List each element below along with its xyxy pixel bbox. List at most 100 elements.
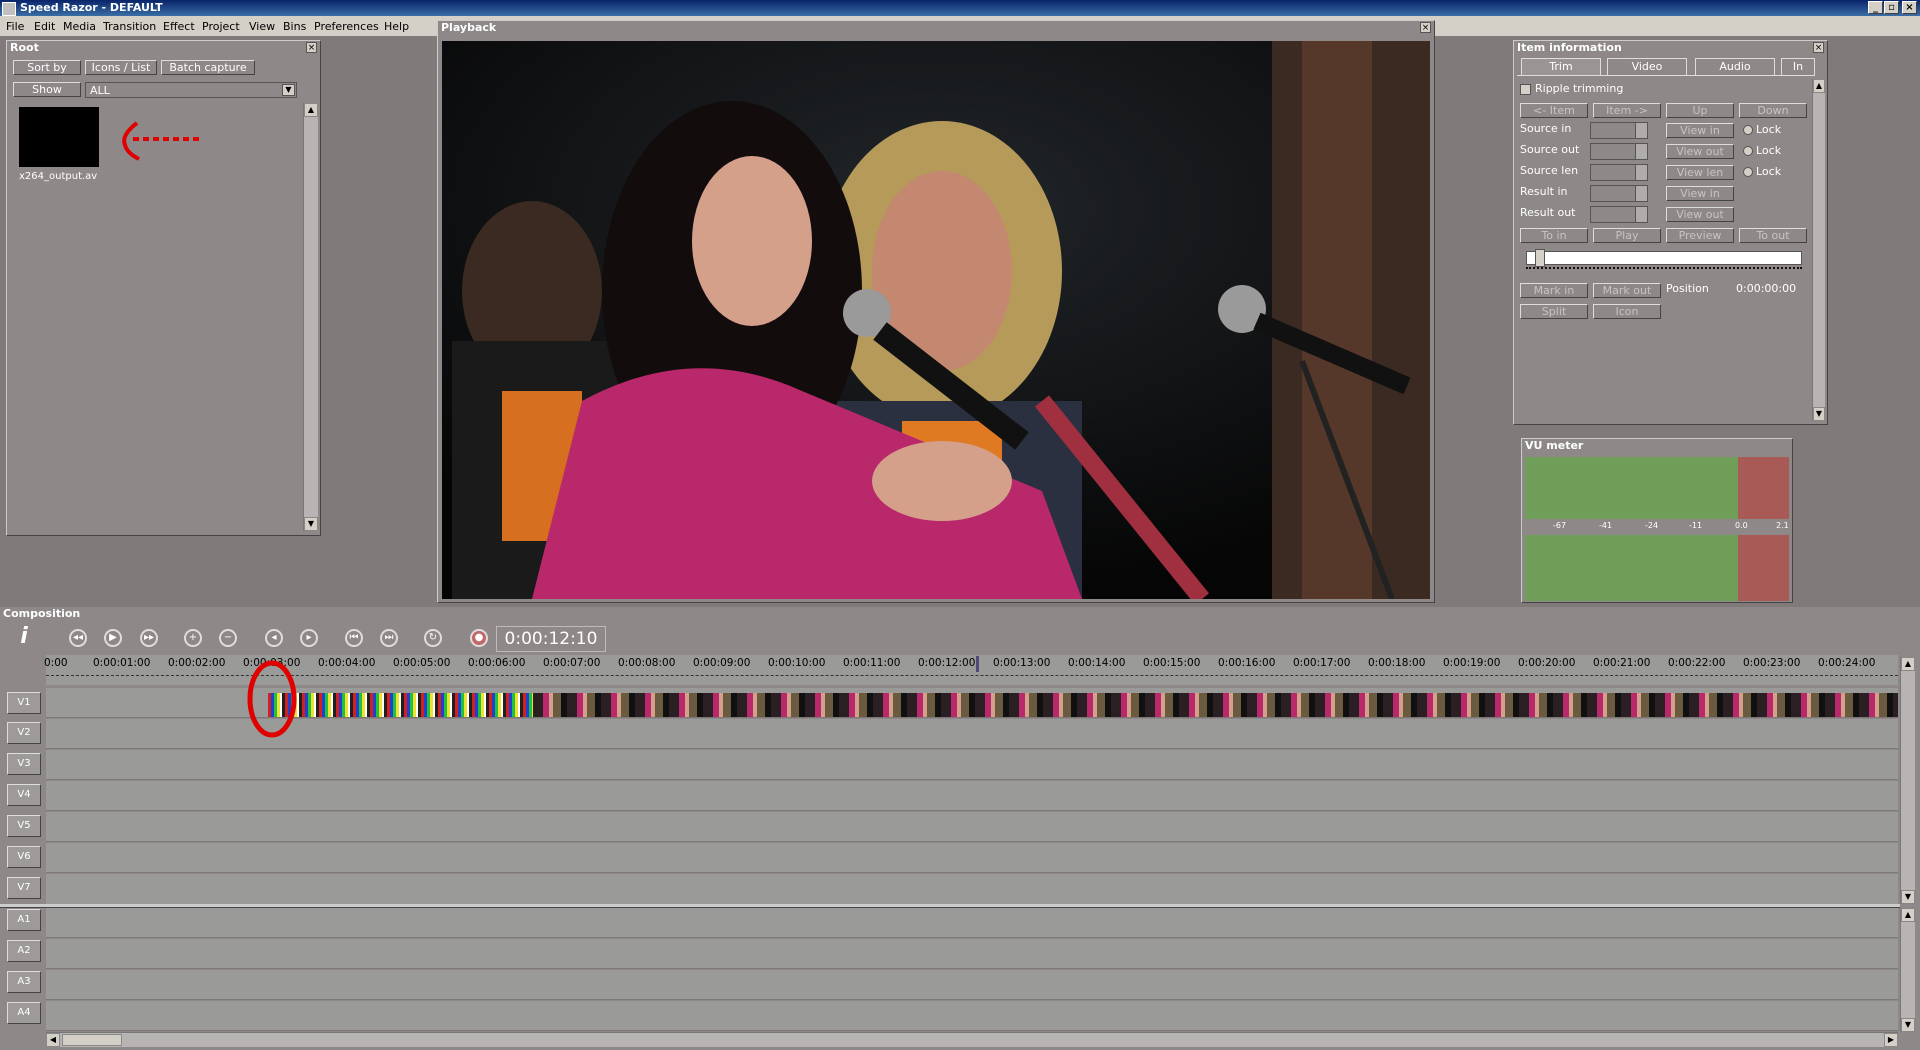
view-out-button[interactable]: View out: [1666, 144, 1734, 159]
prev-edit-icon[interactable]: ◂: [265, 629, 283, 647]
info-logo-icon[interactable]: i: [6, 624, 42, 652]
track-v5[interactable]: [46, 812, 1898, 842]
audio-tracks-scrollbar[interactable]: ▲ ▼: [1900, 908, 1915, 1032]
clip-thumbnail[interactable]: [19, 107, 99, 167]
video-tracks-scrollbar[interactable]: ▲ ▼: [1900, 657, 1915, 904]
playback-close-icon[interactable]: ×: [1420, 22, 1431, 33]
rewind-icon[interactable]: ◂◂: [69, 629, 87, 647]
track-label-a2[interactable]: A2: [7, 940, 41, 962]
item-info-close-icon[interactable]: ×: [1813, 42, 1824, 53]
to-out-button[interactable]: To out: [1739, 228, 1807, 243]
go-to-start-icon[interactable]: ⏮: [345, 629, 363, 647]
tab-video[interactable]: Video: [1607, 58, 1687, 75]
next-edit-icon[interactable]: ▸: [300, 629, 318, 647]
split-button[interactable]: Split: [1520, 304, 1588, 319]
play-button[interactable]: Play: [1593, 228, 1661, 243]
scroll-down-icon[interactable]: ▼: [1813, 407, 1825, 421]
menu-effect[interactable]: Effect: [163, 20, 195, 33]
track-label-a4[interactable]: A4: [7, 1002, 41, 1024]
menu-file[interactable]: File: [6, 20, 24, 33]
view-result-out-button[interactable]: View out: [1666, 207, 1734, 222]
mark-out-button[interactable]: Mark out: [1593, 283, 1661, 298]
track-label-v2[interactable]: V2: [7, 722, 41, 744]
menu-transition[interactable]: Transition: [103, 20, 156, 33]
show-button[interactable]: Show: [13, 82, 81, 97]
track-label-v5[interactable]: V5: [7, 815, 41, 837]
track-label-v1[interactable]: V1: [7, 692, 41, 714]
track-a4[interactable]: [46, 1001, 1898, 1031]
tab-trim[interactable]: Trim: [1521, 58, 1601, 75]
trim-slider[interactable]: [1526, 249, 1802, 267]
icons-list-button[interactable]: Icons / List: [85, 60, 157, 75]
up-button[interactable]: Up: [1666, 103, 1734, 118]
zoom-out-icon[interactable]: −: [219, 629, 237, 647]
lock-source-in-icon[interactable]: [1743, 125, 1753, 135]
track-v7[interactable]: [46, 874, 1898, 906]
chevron-down-icon[interactable]: ▼: [282, 84, 295, 96]
menu-view[interactable]: View: [249, 20, 275, 33]
tab-in[interactable]: In: [1781, 58, 1815, 75]
play-icon[interactable]: ▶: [104, 629, 122, 647]
scroll-down-icon[interactable]: ▼: [1901, 1018, 1915, 1032]
ripple-trimming-checkbox[interactable]: [1520, 84, 1531, 95]
fast-forward-icon[interactable]: ▸▸: [140, 629, 158, 647]
scroll-up-icon[interactable]: ▲: [1813, 79, 1825, 93]
track-a1[interactable]: [46, 908, 1898, 938]
close-button[interactable]: ×: [1902, 1, 1917, 14]
source-out-field[interactable]: [1590, 143, 1648, 160]
track-a3[interactable]: [46, 970, 1898, 1000]
scroll-down-icon[interactable]: ▼: [304, 517, 318, 531]
track-v4[interactable]: [46, 781, 1898, 811]
track-v2[interactable]: [46, 719, 1898, 749]
menu-edit[interactable]: Edit: [34, 20, 55, 33]
batch-capture-button[interactable]: Batch capture: [161, 60, 255, 75]
track-label-v3[interactable]: V3: [7, 753, 41, 775]
view-result-in-button[interactable]: View in: [1666, 186, 1734, 201]
trim-slider-handle[interactable]: [1535, 249, 1545, 267]
video-frame[interactable]: [442, 41, 1430, 599]
to-in-button[interactable]: To in: [1520, 228, 1588, 243]
track-v6[interactable]: [46, 843, 1898, 873]
next-item-button[interactable]: Item ->: [1593, 103, 1661, 118]
menu-preferences[interactable]: Preferences: [314, 20, 379, 33]
menu-bins[interactable]: Bins: [283, 20, 306, 33]
down-button[interactable]: Down: [1739, 103, 1807, 118]
bin-close-icon[interactable]: ×: [306, 42, 317, 53]
scroll-up-icon[interactable]: ▲: [1901, 908, 1915, 922]
bin-scrollbar[interactable]: ▲ ▼: [303, 103, 318, 531]
preview-button[interactable]: Preview: [1666, 228, 1734, 243]
playhead-marker[interactable]: [976, 656, 979, 672]
timeline-h-scrollbar[interactable]: ◀ ▶: [46, 1032, 1898, 1047]
maximize-button[interactable]: ▫: [1884, 1, 1899, 14]
track-a2[interactable]: [46, 939, 1898, 969]
go-to-end-icon[interactable]: ⏭: [380, 629, 398, 647]
scroll-right-icon[interactable]: ▶: [1884, 1033, 1898, 1047]
menu-media[interactable]: Media: [63, 20, 96, 33]
sort-by-button[interactable]: Sort by: [13, 60, 81, 75]
show-filter-select[interactable]: ALL ▼: [85, 82, 297, 98]
tab-audio[interactable]: Audio: [1695, 58, 1775, 75]
icon-button[interactable]: Icon: [1593, 304, 1661, 319]
result-in-field[interactable]: [1590, 185, 1648, 202]
menu-help[interactable]: Help: [384, 20, 409, 33]
lock-source-out-icon[interactable]: [1743, 146, 1753, 156]
scroll-left-icon[interactable]: ◀: [46, 1033, 60, 1047]
loop-icon[interactable]: ↻: [424, 629, 442, 647]
track-label-a1[interactable]: A1: [7, 909, 41, 931]
result-out-field[interactable]: [1590, 206, 1648, 223]
item-info-scrollbar[interactable]: ▲ ▼: [1812, 79, 1825, 421]
track-label-v4[interactable]: V4: [7, 784, 41, 806]
minimize-button[interactable]: _: [1868, 1, 1883, 14]
lock-source-len-icon[interactable]: [1743, 167, 1753, 177]
source-in-field[interactable]: [1590, 122, 1648, 139]
menu-project[interactable]: Project: [202, 20, 240, 33]
scroll-up-icon[interactable]: ▲: [1901, 657, 1915, 671]
source-len-field[interactable]: [1590, 164, 1648, 181]
track-v3[interactable]: [46, 750, 1898, 780]
zoom-in-icon[interactable]: +: [184, 629, 202, 647]
video-clip[interactable]: [268, 693, 1898, 717]
track-label-a3[interactable]: A3: [7, 971, 41, 993]
prev-item-button[interactable]: <- Item: [1520, 103, 1588, 118]
track-label-v7[interactable]: V7: [7, 877, 41, 899]
record-icon[interactable]: ●: [470, 629, 488, 647]
